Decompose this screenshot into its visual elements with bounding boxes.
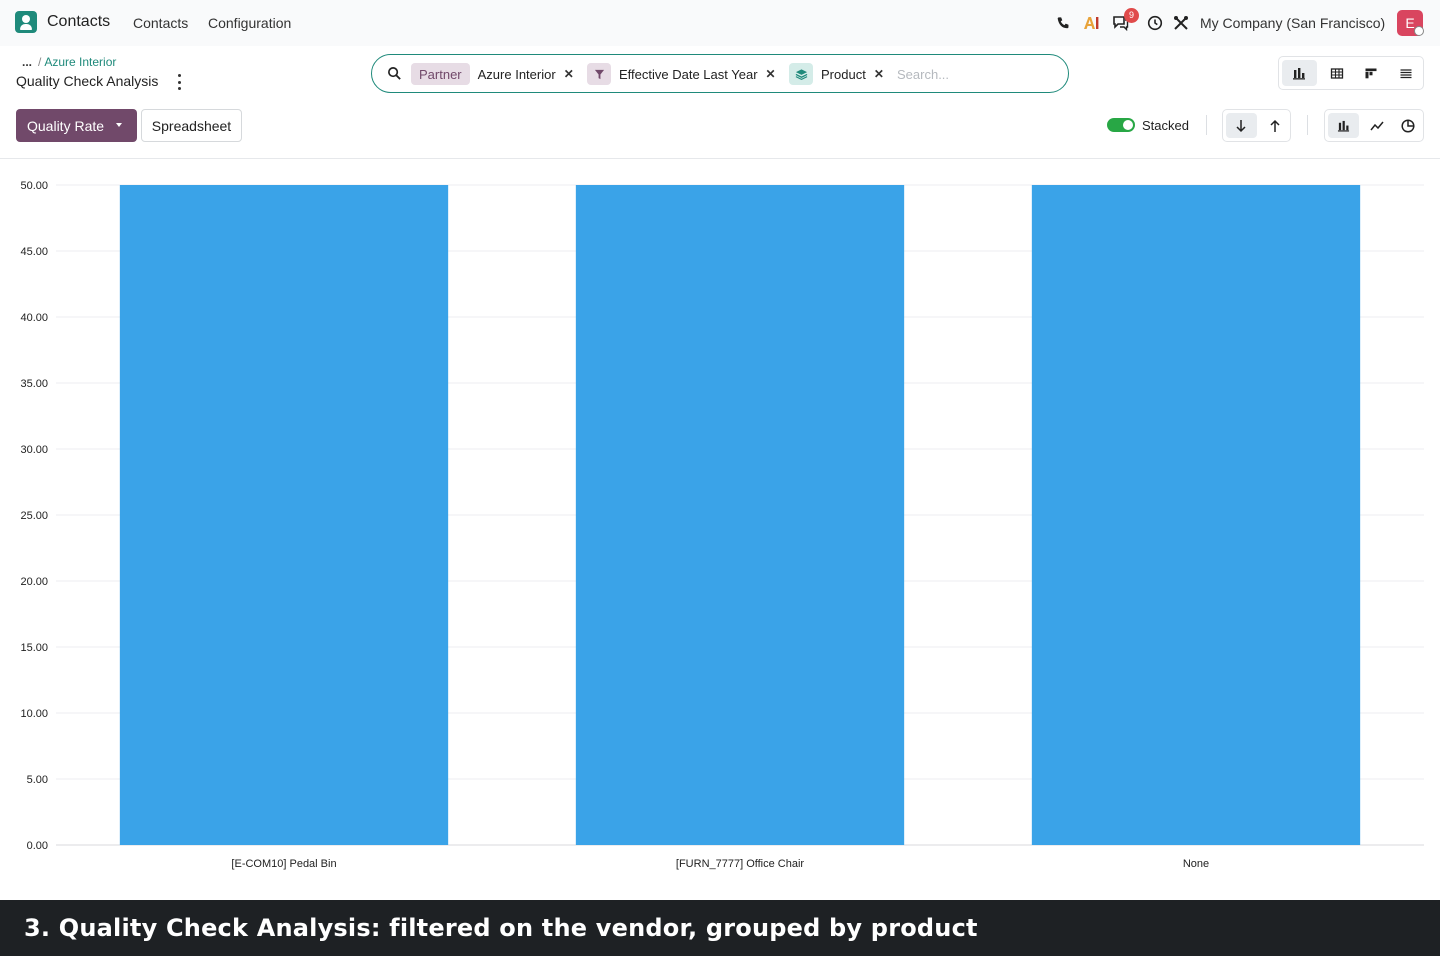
page-title: Quality Check Analysis <box>16 73 159 89</box>
measure-label: Quality Rate <box>27 117 105 134</box>
menu-contacts[interactable]: Contacts <box>133 15 188 31</box>
company-switcher[interactable]: My Company (San Francisco) <box>1200 15 1385 31</box>
facet-partner-value: Azure Interior <box>477 66 556 82</box>
facet-groupby-remove-icon[interactable]: ✕ <box>874 67 884 81</box>
menu-configuration[interactable]: Configuration <box>208 15 291 31</box>
facet-partner-tag: Partner <box>411 63 470 85</box>
contacts-app-icon[interactable] <box>15 11 37 33</box>
control-panel-border <box>0 158 1440 159</box>
toolbar-divider <box>1307 115 1308 135</box>
clock-icon[interactable] <box>1146 14 1164 32</box>
y-tick-label: 25.00 <box>20 510 48 522</box>
bar-series <box>119 185 1361 845</box>
arrow-up-icon <box>1270 119 1280 132</box>
bar[interactable] <box>1031 185 1361 845</box>
arrow-down-icon <box>1236 119 1246 132</box>
caret-down-icon <box>116 123 122 127</box>
pivot-view-button[interactable] <box>1320 57 1355 89</box>
phone-icon[interactable] <box>1054 14 1072 32</box>
app-name[interactable]: Contacts <box>47 13 110 31</box>
bar-mode-button[interactable] <box>1328 113 1359 138</box>
breadcrumb-parent[interactable]: Azure Interior <box>44 55 116 69</box>
messages-badge: 9 <box>1124 8 1139 23</box>
pie-mode-button[interactable] <box>1392 110 1423 141</box>
sort-ascending-button[interactable] <box>1260 110 1291 141</box>
bar[interactable] <box>575 185 905 845</box>
actions-menu-icon[interactable] <box>175 74 183 90</box>
search-input[interactable] <box>897 65 1057 83</box>
measure-dropdown-button[interactable]: Quality Rate <box>16 109 137 142</box>
layers-icon <box>789 63 813 85</box>
x-tick-label: [E-COM10] Pedal Bin <box>231 858 336 870</box>
search-icon[interactable] <box>387 66 402 86</box>
sort-descending-button[interactable] <box>1226 113 1257 138</box>
bar[interactable] <box>119 185 449 845</box>
caption-banner: 3. Quality Check Analysis: filtered on t… <box>0 900 1440 956</box>
y-tick-label: 35.00 <box>20 378 48 390</box>
search-bar[interactable]: Partner Azure Interior ✕ Effective Date … <box>371 54 1069 93</box>
y-tick-label: 0.00 <box>27 840 48 852</box>
stacked-label: Stacked <box>1142 118 1189 133</box>
list-icon <box>1400 68 1412 78</box>
y-tick-label: 50.00 <box>20 180 48 192</box>
facet-filter-remove-icon[interactable]: ✕ <box>766 67 776 81</box>
user-status-icon <box>1414 26 1424 36</box>
facet-partner: Partner Azure Interior ✕ <box>411 63 574 85</box>
facet-filter-value: Effective Date Last Year <box>619 66 758 82</box>
quality-rate-bar-chart: 0.00 5.00 10.00 15.00 20.00 25.00 30.00 35.00 40… <box>20 180 1424 870</box>
y-tick-label: 30.00 <box>20 444 48 456</box>
filter-icon <box>587 63 611 85</box>
y-tick-label: 20.00 <box>20 576 48 588</box>
sort-order-group <box>1222 109 1291 142</box>
facet-groupby-value: Product <box>821 66 866 82</box>
y-tick-label: 15.00 <box>20 642 48 654</box>
spreadsheet-button[interactable]: Spreadsheet <box>141 109 242 142</box>
view-switcher <box>1278 56 1424 90</box>
breadcrumb-ellipsis[interactable]: ... <box>22 55 32 69</box>
x-tick-label: [FURN_7777] Office Chair <box>676 858 805 870</box>
list-view-button[interactable] <box>1389 57 1424 89</box>
y-tick-label: 5.00 <box>27 774 48 786</box>
facet-groupby: Product ✕ <box>789 63 884 85</box>
stacked-toggle[interactable] <box>1107 118 1135 132</box>
facet-partner-remove-icon[interactable]: ✕ <box>564 67 574 81</box>
breadcrumb-separator: / <box>38 55 42 69</box>
breadcrumb: ... / Azure Interior <box>22 55 116 69</box>
cohort-icon <box>1365 68 1377 78</box>
line-chart-icon <box>1370 121 1384 130</box>
bar-chart-icon <box>1337 120 1349 132</box>
cohort-view-button[interactable] <box>1354 57 1389 89</box>
y-tick-label: 40.00 <box>20 312 48 324</box>
bar-chart-icon <box>1293 67 1306 79</box>
ai-icon[interactable] <box>1082 14 1102 32</box>
facet-filter: Effective Date Last Year ✕ <box>587 63 776 85</box>
y-tick-label: 45.00 <box>20 246 48 258</box>
table-icon <box>1330 67 1343 79</box>
graph-view-button[interactable] <box>1282 60 1317 86</box>
y-axis: 0.00 5.00 10.00 15.00 20.00 25.00 30.00 35.00 40… <box>20 180 48 852</box>
tools-icon[interactable] <box>1172 14 1190 32</box>
top-navbar: Contacts Contacts Configuration 9 My Com… <box>0 0 1440 46</box>
x-axis: [E-COM10] Pedal Bin [FURN_7777] Office Ch… <box>231 858 1209 870</box>
chart-mode-group <box>1324 109 1424 142</box>
y-tick-label: 10.00 <box>20 708 48 720</box>
toolbar-divider <box>1206 115 1207 135</box>
pie-chart-icon <box>1401 118 1415 133</box>
x-tick-label: None <box>1183 858 1209 870</box>
line-mode-button[interactable] <box>1362 110 1393 141</box>
